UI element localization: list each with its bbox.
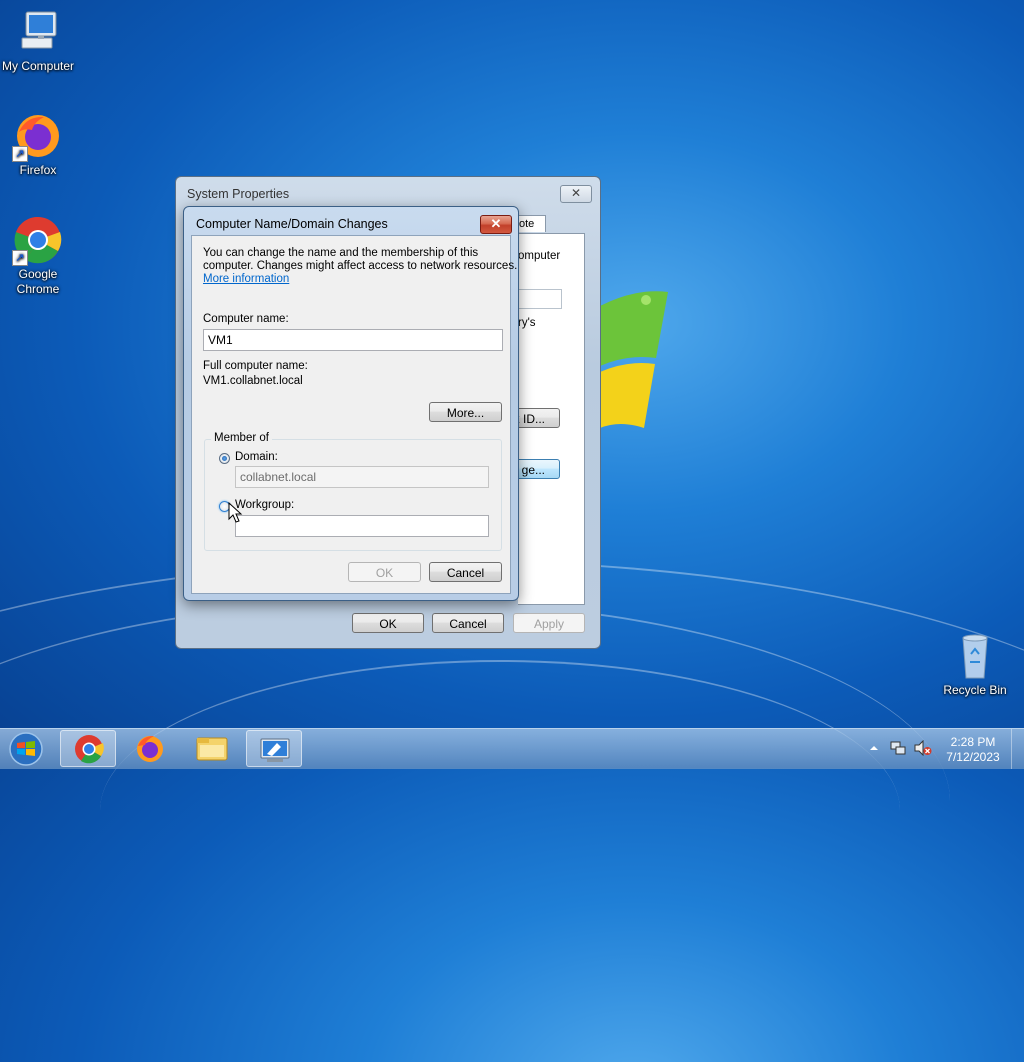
desktop-icon-label: My Computer [1,59,75,73]
taskbar-file-explorer[interactable] [184,730,240,767]
apply-button[interactable]: Apply [513,613,585,633]
windows-wallpaper-logo [600,291,668,428]
computer-name-dialog: Computer Name/Domain Changes ✕ You can c… [183,206,519,601]
desktop-icon-label: Google Chrome [16,267,60,296]
domain-radio[interactable] [219,453,230,464]
clock-date: 7/12/2023 [946,750,1000,764]
show-desktop-button[interactable] [1011,729,1024,769]
window-title: System Properties [187,187,290,201]
dialog-title: Computer Name/Domain Changes [196,217,388,231]
desktop-icon-google-chrome[interactable]: ↗ Google Chrome [0,216,76,297]
desktop-icon-label: Firefox [19,163,57,177]
file-explorer-icon [196,737,228,761]
taskbar-firefox[interactable] [122,730,178,767]
ok-button[interactable]: OK [352,613,424,633]
workgroup-input[interactable] [235,515,489,537]
more-button[interactable]: More... [429,402,502,422]
show-hidden-icons-arrow[interactable] [868,742,880,754]
start-button[interactable] [4,731,48,767]
firefox-icon [137,736,163,762]
recycle-bin-icon [951,632,999,680]
taskbar-system-properties[interactable] [246,730,302,767]
full-computer-name-label: Full computer name: [203,360,308,372]
member-of-label: Member of [211,432,272,444]
windows-start-icon [9,732,43,766]
more-information-link[interactable]: More information [203,273,289,285]
system-properties-icon [260,738,290,762]
intro-text-line2: computer. Changes might affect access to… [203,260,518,272]
firefox-icon: ↗ [12,112,62,162]
workgroup-text: ry's [518,317,536,329]
intro-text-line1: You can change the name and the membersh… [203,247,479,259]
chrome-icon [75,735,104,764]
domain-input[interactable] [235,466,489,488]
clock-time: 2:28 PM [950,735,996,749]
volume-muted-icon[interactable] [914,740,932,756]
close-button[interactable]: ✕ [560,185,592,203]
chrome-icon: ↗ [12,216,62,266]
dialog-body: You can change the name and the membersh… [191,235,517,594]
taskbar-clock[interactable]: 2:28 PM 7/12/2023 [940,735,1006,765]
taskbar: 2:28 PM 7/12/2023 [0,728,1024,769]
tab-remote[interactable]: ote [516,215,546,232]
mouse-cursor-icon [228,502,243,523]
taskbar-chrome[interactable] [60,730,116,767]
dialog-close-button[interactable]: ✕ [480,215,512,234]
domain-label: Domain: [235,451,278,463]
cancel-button[interactable]: Cancel [432,613,504,633]
member-of-group: Member of Domain: Workgroup: [204,432,502,551]
desktop-icon-firefox[interactable]: ↗ Firefox [0,112,76,177]
desktop-icon-my-computer[interactable]: My Computer [0,8,76,73]
close-icon: ✕ [570,186,582,200]
computer-icon [14,8,62,56]
close-icon: ✕ [490,216,502,231]
computer-name-input[interactable] [203,329,503,351]
dialog-ok-button[interactable]: OK [348,562,421,582]
shortcut-arrow-icon: ↗ [12,146,28,162]
full-computer-name-value: VM1.collabnet.local [203,375,303,387]
shortcut-arrow-icon: ↗ [12,250,28,266]
computer-description-text: omputer [518,250,561,262]
computer-description-field[interactable] [518,289,562,309]
desktop-icon-recycle-bin[interactable]: Recycle Bin [937,632,1013,697]
dialog-cancel-button[interactable]: Cancel [429,562,502,582]
desktop-icon-label: Recycle Bin [943,683,1007,697]
network-icon[interactable] [890,740,906,756]
computer-name-label: Computer name: [203,313,289,325]
